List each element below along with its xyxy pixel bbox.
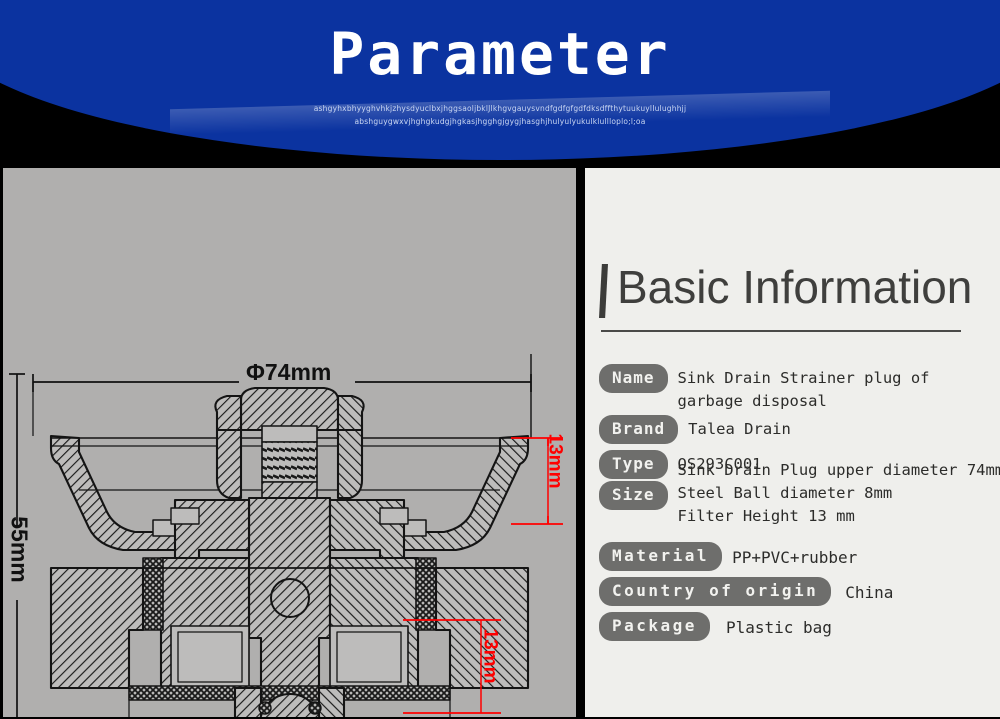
accent-bar-icon (599, 264, 608, 318)
spec-label-brand: Brand (599, 415, 679, 444)
technical-drawing-panel: Φ74mm Φ49mm 55mm Φ8mm 13mm 13mm Unit：mm … (3, 168, 576, 717)
spec-value-country-of-origin: China (845, 583, 894, 602)
product-parameter-page: Parameter ashgyhxbhyyghvhkjzhysdyuclbxjh… (0, 0, 1000, 719)
basic-information-panel: Basic Information Name Sink Drain Strain… (585, 168, 1000, 717)
spec-label-material: Material (599, 542, 723, 571)
specification-list: Name Sink Drain Strainer plug of garbage… (599, 364, 1000, 645)
page-title: Parameter (329, 20, 671, 88)
spec-row-material: Material PP+PVC+rubber (599, 542, 999, 571)
dimension-label-filter-height-lower: 13mm (479, 628, 501, 684)
basic-information-header: Basic Information (599, 258, 987, 332)
spec-row-size: Size Sink Drain Plug upper diameter 74mm… (599, 459, 1000, 528)
banner-subtitle-line-1: ashgyhxbhyyghvhkjzhysdyuclbxjhggsaoljbkl… (313, 104, 687, 113)
spec-value-name: Sink Drain Strainer plug of garbage disp… (677, 369, 930, 410)
spec-label-name: Name (599, 364, 668, 393)
spec-row-country-of-origin: Country of origin China (599, 577, 999, 606)
section-title: Basic Information (617, 261, 973, 313)
dimension-label-top-diameter: Φ74mm (246, 359, 332, 385)
spec-label-country-of-origin: Country of origin (599, 577, 832, 606)
spec-value-material: PP+PVC+rubber (732, 548, 858, 567)
dimension-label-total-height: 55mm (6, 516, 33, 583)
dimension-label-filter-height-upper: 13mm (544, 433, 566, 489)
spec-row-name: Name Sink Drain Strainer plug of garbage… (599, 364, 999, 413)
page-banner: Parameter ashgyhxbhyyghvhkjzhysdyuclbxjh… (0, 0, 1000, 170)
spec-row-brand: Brand Talea Drain (599, 415, 999, 444)
spec-label-size: Size (599, 481, 668, 510)
banner-subtitle-line-2: abshguygwxvjhghgkudgjhgkasjhgghgjgygjhas… (354, 117, 646, 126)
spec-value-size: Sink Drain Plug upper diameter 74mm Stee… (677, 461, 1000, 525)
header-underline (601, 330, 961, 332)
spec-label-package: Package (599, 612, 710, 641)
spec-value-brand: Talea Drain (688, 420, 791, 438)
spec-row-package: Package Plastic bag (599, 612, 999, 641)
spec-value-package: Plastic bag (725, 618, 832, 637)
